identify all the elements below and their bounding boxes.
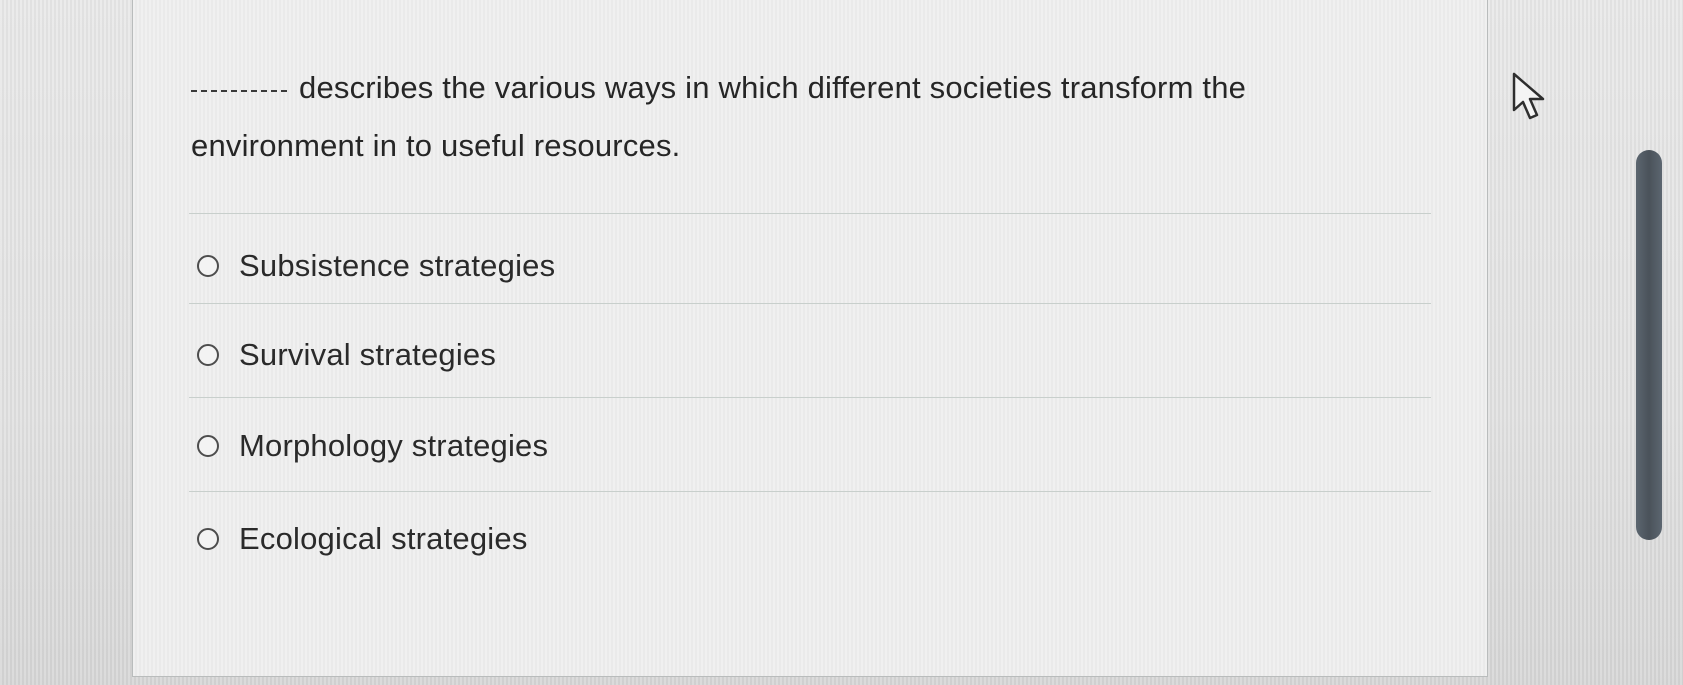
screen-background: describes the various ways in which diff… [0,0,1683,685]
question-card: describes the various ways in which diff… [132,0,1488,677]
radio-button[interactable] [197,435,219,457]
divider [189,303,1431,304]
question-text: describes the various ways in which diff… [191,70,1247,163]
divider [189,213,1431,214]
answer-option-label: Ecological strategies [239,521,528,556]
radio-button[interactable] [197,344,219,366]
radio-button[interactable] [197,255,219,277]
divider [189,397,1431,398]
scrollbar-thumb[interactable] [1636,150,1662,540]
scrollbar[interactable] [1636,150,1662,540]
answer-option-morphology[interactable]: Morphology strategies [197,421,548,471]
answer-option-label: Subsistence strategies [239,248,556,283]
answer-option-subsistence[interactable]: Subsistence strategies [197,241,555,291]
answer-option-label: Survival strategies [239,337,497,372]
fill-in-blank [191,90,287,92]
divider [189,491,1431,492]
radio-button[interactable] [197,528,219,550]
answer-option-label: Morphology strategies [239,428,549,463]
question-stem: describes the various ways in which diff… [191,59,1371,175]
arrow-pointer-icon [1510,72,1550,122]
answer-option-ecological[interactable]: Ecological strategies [197,514,528,564]
answer-option-survival[interactable]: Survival strategies [197,330,496,380]
